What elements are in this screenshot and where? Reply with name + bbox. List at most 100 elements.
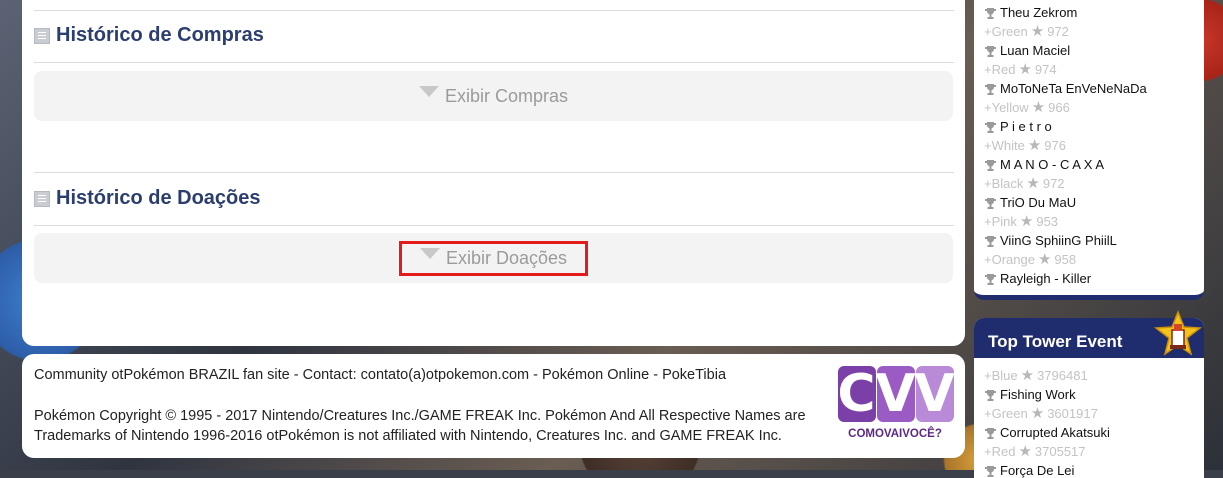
trophy-icon xyxy=(984,159,996,171)
star-icon: ★ xyxy=(1037,251,1052,268)
trophy-icon xyxy=(984,235,996,247)
compras-container: Exibir Compras xyxy=(34,71,953,121)
show-purchases-button[interactable]: Exibir Compras xyxy=(401,82,586,111)
ranking-team-score: +Green ★ 972 xyxy=(984,22,1147,41)
ranking-team-score: +Green ★ 3601917 xyxy=(984,404,1110,423)
ranking-team-score: +Red ★ 974 xyxy=(984,60,1147,79)
ranking-team-score: +Blue ★ 3796481 xyxy=(984,366,1110,385)
ranking-player-name: MoToNeTa EnVeNeNaDa xyxy=(1000,81,1147,96)
triangle-down-icon xyxy=(419,247,440,259)
ranking-player-name: Theu Zekrom xyxy=(1000,5,1078,20)
ranking-player-name: Luan Maciel xyxy=(1000,43,1071,58)
ranking-team: +Green xyxy=(984,406,1028,421)
ranking-player-name: Corrupted Akatsuki xyxy=(1000,425,1110,440)
divider xyxy=(34,172,954,173)
ranking-team: +Green xyxy=(984,24,1028,39)
list-icon xyxy=(34,27,50,44)
star-icon: ★ xyxy=(1019,213,1034,230)
trophy-icon xyxy=(984,121,996,133)
ranking-team-score: +Black ★ 972 xyxy=(984,174,1147,193)
ranking-player-name: Fishing Work xyxy=(1000,387,1076,402)
footer-contact: Community otPokémon BRAZIL fan site - Co… xyxy=(34,367,727,383)
ranking-team-score: +Yellow ★ 966 xyxy=(984,98,1147,117)
ranking-entry[interactable]: TriO Du MaU xyxy=(984,193,1147,212)
ranking-player-name: M A N O - C A X A xyxy=(1000,157,1105,172)
ranking-score: 974 xyxy=(1034,62,1057,77)
ranking-score: 976 xyxy=(1044,138,1066,153)
ranking-entry[interactable]: ViinG SphiinG PhiilL xyxy=(984,231,1147,250)
star-icon: ★ xyxy=(1027,137,1042,154)
ranking-team: +White xyxy=(984,138,1025,153)
footer-copyright-line2: Trademarks of Nintendo 1996-2016 otPokém… xyxy=(34,428,782,444)
ranking-card: Theu Zekrom +Green ★ 972 Luan Maciel +Red ★ 974… xyxy=(974,0,1204,300)
divider xyxy=(34,10,954,11)
ranking-score: 958 xyxy=(1054,252,1077,267)
trophy-icon xyxy=(984,465,996,477)
main-panel: Histórico de Compras Exibir Compras Hist… xyxy=(22,0,965,346)
ranking-player-name: ViinG SphiinG PhiilL xyxy=(1000,233,1117,248)
ranking-team: +Pink xyxy=(984,214,1017,229)
ranking-team: +Red xyxy=(984,62,1016,77)
trophy-icon xyxy=(984,389,996,401)
cvv-tagline: COMOVAIVOCÊ? xyxy=(848,428,942,440)
ranking-entry[interactable]: Luan Maciel xyxy=(984,41,1147,60)
ranking-score: 3601917 xyxy=(1047,406,1098,421)
trophy-icon xyxy=(984,45,996,57)
ranking-entry[interactable]: Corrupted Akatsuki xyxy=(984,423,1110,442)
trophy-badge-icon xyxy=(1153,309,1203,360)
list-icon xyxy=(34,190,50,207)
ranking-score: 972 xyxy=(1047,24,1069,39)
footer-copyright-line1: Pokémon Copyright © 1995 - 2017 Nintendo… xyxy=(34,408,806,424)
cvv-letter: V xyxy=(875,364,916,424)
trophy-icon xyxy=(984,197,996,209)
divider xyxy=(34,225,954,226)
ranking-entry[interactable]: MoToNeTa EnVeNeNaDa xyxy=(984,79,1147,98)
ranking-team-score: +Orange ★ 958 xyxy=(984,250,1147,269)
footer-copyright: Pokémon Copyright © 1995 - 2017 Nintendo… xyxy=(34,406,806,446)
show-donations-label: Exibir Doações xyxy=(445,247,568,268)
doacoes-container: Exibir Doações xyxy=(34,233,953,283)
ranking-score: 972 xyxy=(1042,176,1065,191)
ranking-list: Theu Zekrom +Green ★ 972 Luan Maciel +Red ★ 974… xyxy=(984,3,1147,288)
ranking-team: +Blue xyxy=(984,368,1018,383)
trophy-icon xyxy=(984,273,996,285)
ranking-score: 953 xyxy=(1036,214,1059,229)
star-icon: ★ xyxy=(1030,23,1045,40)
cvv-letter: V xyxy=(914,364,955,424)
section-compras-title: Histórico de Compras xyxy=(34,24,264,47)
tower-list: +Blue ★ 3796481 Fishing Work +Green ★ 3601917 C… xyxy=(984,366,1110,478)
footer: Community otPokémon BRAZIL fan site - Co… xyxy=(22,354,965,458)
ranking-entry[interactable]: Fishing Work xyxy=(984,385,1110,404)
ranking-team: +Red xyxy=(984,444,1016,459)
ranking-player-name: P i e t r o xyxy=(1000,119,1052,134)
divider xyxy=(34,62,954,63)
section-doacoes-label: Histórico de Doações xyxy=(56,187,261,209)
ranking-team-score: +Pink ★ 953 xyxy=(984,212,1147,231)
show-purchases-label: Exibir Compras xyxy=(444,85,569,106)
ranking-score: 966 xyxy=(1048,100,1070,115)
ranking-entry[interactable]: M A N O - C A X A xyxy=(984,155,1147,174)
ranking-entry[interactable]: P i e t r o xyxy=(984,117,1147,136)
cvv-logo[interactable]: C V V COMOVAIVOCÊ? xyxy=(836,364,954,444)
ranking-score: 3796481 xyxy=(1037,368,1088,383)
cvv-letter: C xyxy=(837,364,876,424)
ranking-entry[interactable]: Rayleigh - Killer xyxy=(984,269,1147,288)
section-doacoes-title: Histórico de Doações xyxy=(34,187,261,210)
ranking-team: +Yellow xyxy=(984,100,1029,115)
show-donations-button[interactable]: Exibir Doações xyxy=(398,240,589,276)
trophy-icon xyxy=(984,427,996,439)
trophy-icon xyxy=(984,83,996,95)
cvv-logo-mark: C V V xyxy=(836,364,954,424)
star-icon: ★ xyxy=(1031,99,1046,116)
ranking-entry[interactable]: Theu Zekrom xyxy=(984,3,1147,22)
triangle-down-icon xyxy=(418,85,439,97)
ranking-player-name: TriO Du MaU xyxy=(1000,195,1077,210)
star-icon: ★ xyxy=(1030,405,1045,422)
ranking-team: +Black xyxy=(984,176,1024,191)
star-icon: ★ xyxy=(1018,61,1032,78)
trophy-icon xyxy=(984,7,996,19)
ranking-score: 3705517 xyxy=(1034,444,1086,459)
star-icon: ★ xyxy=(1026,175,1040,192)
star-icon: ★ xyxy=(1018,443,1032,460)
ranking-team: +Orange xyxy=(984,252,1035,267)
